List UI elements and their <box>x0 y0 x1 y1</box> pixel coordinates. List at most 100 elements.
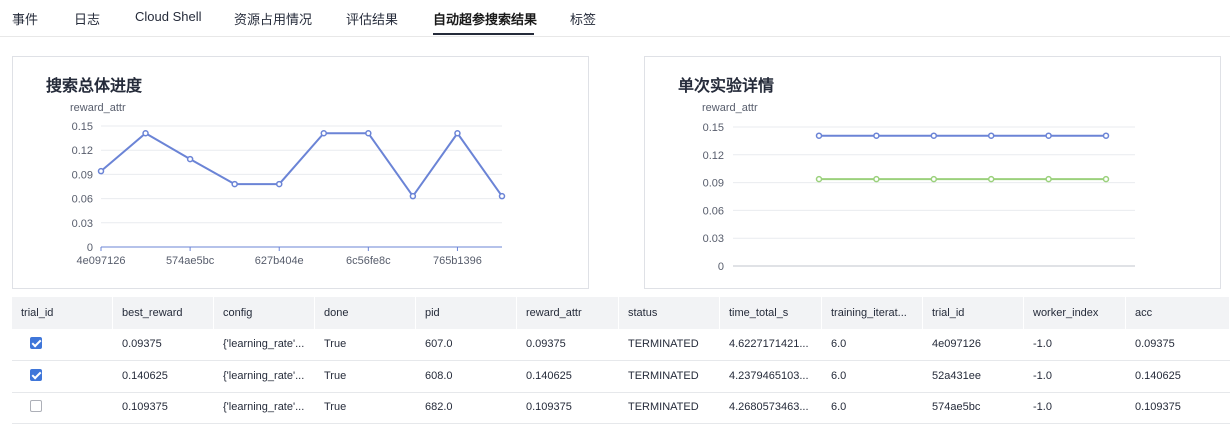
table-cell: 0.109375 <box>526 401 572 413</box>
column-header-reward-attr[interactable]: reward_attr <box>517 297 619 329</box>
y-axis-label: reward_attr <box>70 102 126 114</box>
table-cell: 0.09375 <box>1135 338 1175 350</box>
table-cell: 6.0 <box>831 401 847 413</box>
tab-cloud-shell[interactable]: Cloud Shell <box>135 9 202 24</box>
data-point <box>873 175 880 183</box>
y-tick-label: 0 <box>87 242 93 254</box>
overall-progress-chart: reward_attr 0 0.03 0.06 0.09 0.12 0.15 4e097126… <box>70 102 506 267</box>
row-checkbox[interactable] <box>30 337 42 349</box>
x-tick-label: 4e097126 <box>77 255 126 267</box>
y-tick-label: 0.09 <box>72 169 93 181</box>
table-cell: True <box>324 369 347 382</box>
y-tick-label: 0.12 <box>72 145 93 157</box>
table-cell: 4.6227171421... <box>729 338 809 350</box>
y-axis-label: reward_attr <box>702 102 758 114</box>
table-cell: TERMINATED <box>628 369 699 382</box>
table-row[interactable]: 0.09375 {'learning_rate'... True 607.0 0.093… <box>12 329 1230 361</box>
tab-resource-usage[interactable]: 资源占用情况 <box>234 9 312 28</box>
table-cell: 4.2680573463... <box>729 401 809 413</box>
table-cell: 608.0 <box>425 369 453 382</box>
y-tick-label: 0.03 <box>703 233 724 245</box>
x-tick-label: 574ae5bc <box>166 255 215 267</box>
column-header-trial-id-2[interactable]: trial_id <box>923 297 1024 329</box>
x-tick-label: 627b404e <box>255 255 304 267</box>
trial-detail-panel: 单次实验详情 reward_attr 0 0.03 0.06 0.09 0.12 0.15 <box>644 56 1221 289</box>
table-row[interactable]: 0.109375 {'learning_rate'... True 682.0 0.10… <box>12 392 1230 424</box>
x-tick-label: 765b1396 <box>433 255 482 267</box>
y-tick-label: 0.15 <box>703 122 724 134</box>
data-point <box>1102 132 1110 139</box>
trial-detail-chart: reward_attr 0 0.03 0.06 0.09 0.12 0.15 <box>702 102 1135 273</box>
table-cell: 574ae5bc <box>932 401 981 413</box>
data-point <box>930 132 938 139</box>
table-cell: 0.109375 <box>1135 401 1181 413</box>
table-cell: True <box>324 401 347 413</box>
table-cell: TERMINATED <box>628 338 699 350</box>
data-point <box>987 132 995 139</box>
column-header-time-total[interactable]: time_total_s <box>720 297 822 329</box>
table-cell: 0.09375 <box>122 338 162 350</box>
tab-auto-search-results[interactable]: 自动超参搜索结果 <box>433 9 537 28</box>
data-point <box>987 175 995 183</box>
column-header-pid[interactable]: pid <box>416 297 517 329</box>
column-header-training-iteration[interactable]: training_iterat... <box>822 297 923 329</box>
table-cell: 6.0 <box>831 338 847 350</box>
table-cell: TERMINATED <box>628 401 699 413</box>
y-tick-label: 0.06 <box>72 194 93 206</box>
tab-evaluation-results[interactable]: 评估结果 <box>346 9 398 28</box>
data-point <box>1045 175 1052 183</box>
y-tick-label: 0.09 <box>703 178 724 190</box>
column-header-status[interactable]: status <box>619 297 720 329</box>
data-point <box>873 132 880 139</box>
row-checkbox[interactable] <box>30 400 42 412</box>
table-cell: 4e097126 <box>932 338 981 350</box>
table-cell: -1.0 <box>1033 369 1052 382</box>
table-cell: 52a431ee <box>932 369 981 382</box>
table-cell: True <box>324 338 347 350</box>
column-header-best-reward[interactable]: best_reward <box>113 297 214 329</box>
data-point <box>409 192 417 200</box>
table-cell: 0.09375 <box>526 338 566 350</box>
table-cell: 0.140625 <box>1135 369 1181 382</box>
data-point <box>454 130 461 137</box>
table-cell: 6.0 <box>831 369 847 382</box>
table-header: trial_id best_reward config done pid rew… <box>12 297 1230 329</box>
data-point <box>186 155 194 163</box>
table-row[interactable]: 0.140625 {'learning_rate'... True 608.0 0.14… <box>12 361 1230 393</box>
data-point <box>275 180 283 188</box>
data-point <box>1102 175 1110 183</box>
tab-logs[interactable]: 日志 <box>74 9 100 28</box>
y-tick-label: 0.12 <box>703 150 724 162</box>
tab-events[interactable]: 事件 <box>12 9 38 28</box>
row-checkbox[interactable] <box>30 368 42 381</box>
table-cell: 0.140625 <box>526 369 572 382</box>
data-point <box>1045 132 1052 139</box>
table-cell: -1.0 <box>1033 401 1052 413</box>
data-point <box>498 192 506 200</box>
table-cell: 607.0 <box>425 338 453 350</box>
active-tab-indicator <box>433 33 534 35</box>
data-point <box>142 130 149 137</box>
table-cell: {'learning_rate'... <box>223 338 305 350</box>
y-tick-label: 0 <box>718 261 724 273</box>
series-line <box>100 131 503 198</box>
table-cell: 0.140625 <box>122 369 168 382</box>
table-cell: {'learning_rate'... <box>223 401 305 413</box>
column-header-config[interactable]: config <box>214 297 315 329</box>
data-point <box>815 175 823 183</box>
column-header-trial-id[interactable]: trial_id <box>12 297 113 329</box>
table-cell: 4.2379465103... <box>729 369 809 382</box>
table-cell: 682.0 <box>425 401 453 413</box>
tab-tags[interactable]: 标签 <box>570 9 596 28</box>
data-point <box>320 130 328 137</box>
data-point <box>930 175 938 183</box>
tab-bar: 事件 日志 Cloud Shell 资源占用情况 评估结果 自动超参搜索结果 标… <box>0 0 1230 37</box>
column-header-done[interactable]: done <box>315 297 416 329</box>
table-cell: 0.109375 <box>122 401 168 413</box>
column-header-worker-index[interactable]: worker_index <box>1024 297 1126 329</box>
y-tick-label: 0.15 <box>72 121 93 133</box>
y-tick-label: 0.03 <box>72 218 93 230</box>
column-header-acc[interactable]: acc <box>1126 297 1230 329</box>
data-point <box>97 167 105 175</box>
x-tick-label: 6c56fe8c <box>346 255 391 267</box>
